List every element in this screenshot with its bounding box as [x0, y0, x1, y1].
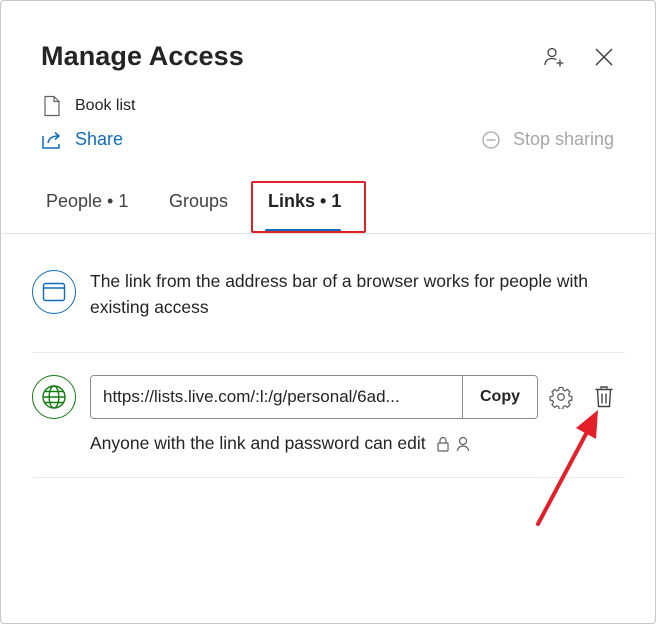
tab-people[interactable]: People • 1	[46, 191, 128, 212]
share-button[interactable]: Share	[41, 129, 123, 150]
browser-window-icon	[32, 270, 76, 314]
stop-sharing-icon	[482, 130, 500, 149]
link-settings-button[interactable]	[546, 382, 576, 412]
link-info-text: The link from the address bar of a brows…	[90, 271, 588, 317]
section-divider-bottom	[33, 477, 625, 478]
gear-icon	[549, 386, 573, 409]
document-icon	[44, 95, 60, 117]
annotation-highlight-box	[251, 181, 366, 233]
delete-link-button[interactable]	[589, 382, 619, 412]
file-name: Book list	[75, 97, 136, 114]
permission-text: Anyone with the link and password can ed…	[90, 433, 426, 453]
stop-sharing-label: Stop sharing	[513, 129, 615, 149]
link-url-box: Copy	[90, 375, 538, 419]
link-url-field[interactable]	[91, 376, 462, 418]
trash-icon	[595, 386, 613, 408]
add-person-button[interactable]	[539, 42, 569, 72]
lock-icon	[436, 436, 450, 452]
person-icon	[456, 436, 470, 452]
share-icon	[42, 131, 61, 149]
manage-access-dialog: Manage Access Book list Share Stop shari…	[0, 0, 656, 624]
section-divider	[33, 352, 625, 353]
tab-groups[interactable]: Groups	[169, 191, 228, 212]
link-permission-line: Anyone with the link and password can ed…	[90, 433, 470, 454]
dialog-title: Manage Access	[41, 41, 244, 71]
tabs-divider	[2, 233, 654, 234]
close-button[interactable]	[589, 42, 619, 72]
globe-icon	[32, 375, 76, 419]
stop-sharing-button[interactable]: Stop sharing	[481, 129, 614, 150]
copy-button[interactable]: Copy	[462, 376, 537, 418]
share-label: Share	[75, 129, 124, 149]
close-icon	[595, 48, 613, 66]
file-info: Book list	[43, 95, 135, 117]
person-add-icon	[544, 47, 564, 67]
